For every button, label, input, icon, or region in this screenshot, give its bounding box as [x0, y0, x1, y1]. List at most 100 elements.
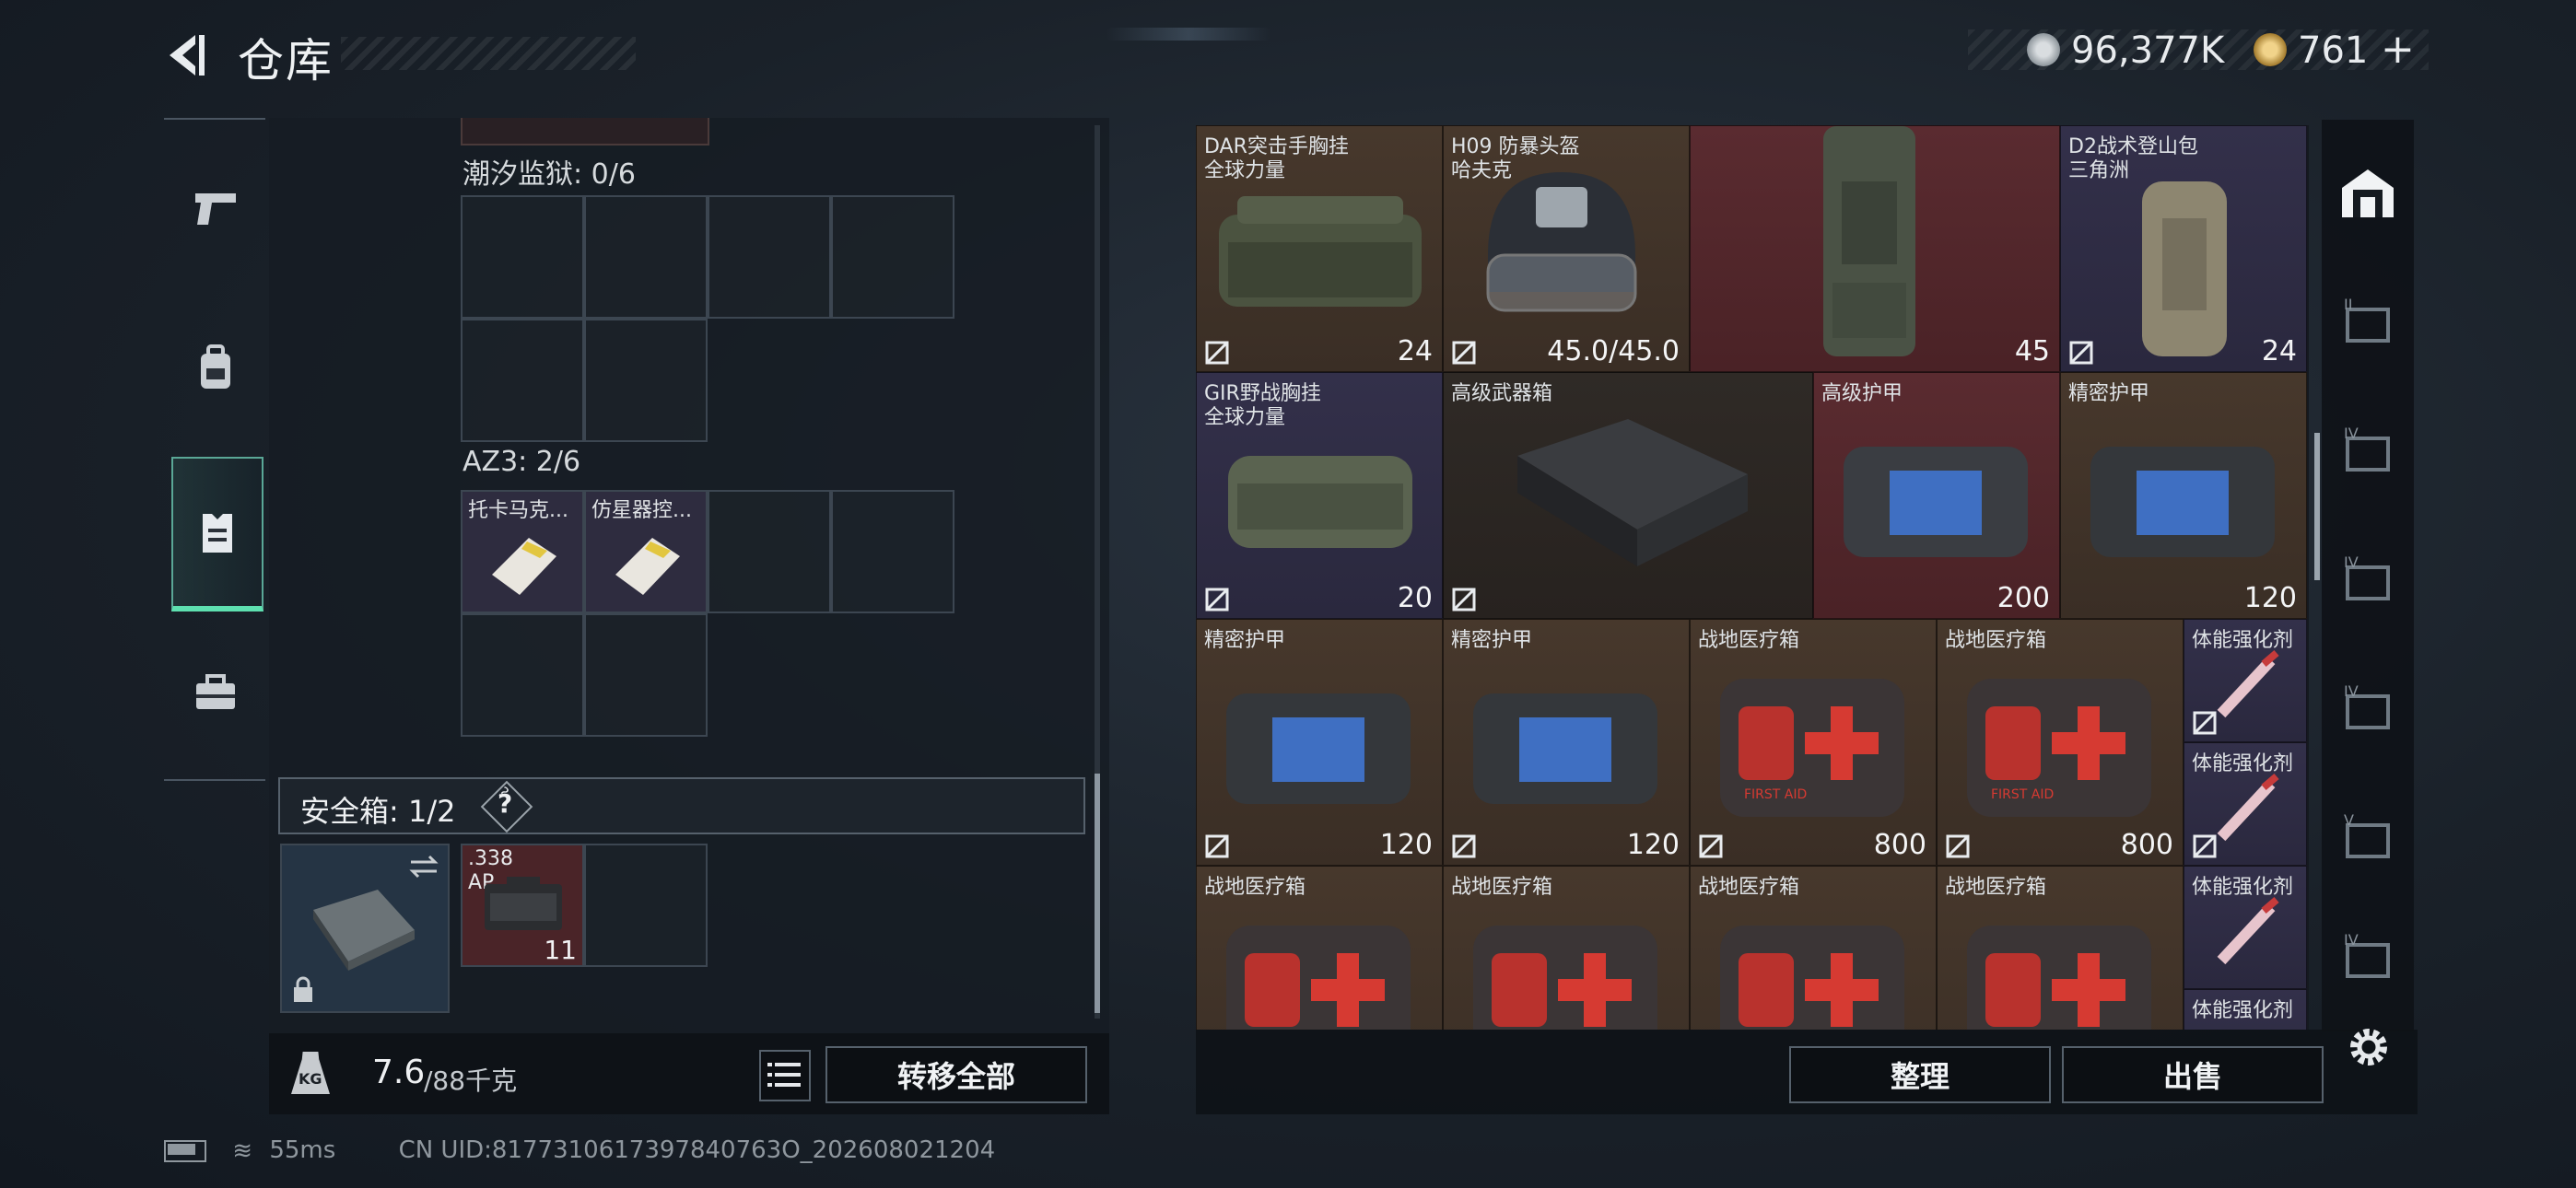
left-scrollbar-thumb[interactable]: [1095, 774, 1100, 1013]
safe-box-icon-slot[interactable]: [280, 844, 450, 1013]
stash-item[interactable]: GIR野战胸挂 全球力量 20: [1196, 372, 1443, 619]
stash-item[interactable]: H09 防暴头盔 哈夫克 45.0/45.0: [1443, 125, 1690, 372]
stash-page-2[interactable]: II: [2331, 285, 2405, 359]
stash-item[interactable]: 精密护甲 120: [1443, 619, 1690, 866]
weight-max: /88千克: [424, 1066, 518, 1096]
stash-page-nav: II IV IV IV V IV: [2322, 120, 2414, 1031]
grid-slot[interactable]: [831, 490, 954, 613]
grid-slot[interactable]: [584, 319, 708, 442]
stash-action-bar: 整理 出售: [1196, 1029, 2418, 1114]
unbound-icon: [1205, 834, 1229, 858]
grid-slot[interactable]: [461, 613, 584, 737]
grid-item[interactable]: 托卡马克...: [461, 490, 584, 613]
stash-item[interactable]: 战地医疗箱: [1196, 866, 1443, 1030]
armor-image: [1226, 693, 1411, 804]
grid-slot[interactable]: [831, 195, 954, 319]
stash-item[interactable]: D2战术登山包 三角洲 24: [2060, 125, 2307, 372]
item-name: 战地医疗箱: [1698, 876, 1800, 899]
list-view-button[interactable]: [759, 1050, 811, 1101]
stash-item[interactable]: 战地医疗箱: [1443, 866, 1690, 1030]
svg-text:FIRST AID: FIRST AID: [1744, 787, 1807, 802]
item-capacity: 45: [2014, 335, 2050, 367]
grid-slot[interactable]: [708, 195, 831, 319]
item-name: 战地医疗箱: [1451, 876, 1553, 899]
svg-text:IV: IV: [2344, 682, 2359, 700]
stash-item[interactable]: 精密护甲 120: [2060, 372, 2307, 619]
armor-image: [2090, 447, 2275, 557]
unbound-icon: [1452, 834, 1476, 858]
grid-slot[interactable]: [584, 195, 708, 319]
sell-button[interactable]: 出售: [2062, 1046, 2324, 1103]
stash-page-1[interactable]: [2331, 157, 2405, 230]
grid-slot[interactable]: [461, 319, 584, 442]
grid-slot[interactable]: [708, 490, 831, 613]
grid-item[interactable]: .338 AP 11: [461, 844, 584, 967]
first-aid-kit-image: [1720, 926, 1904, 1030]
item-name: 战地医疗箱: [1698, 629, 1800, 652]
grid-slot[interactable]: [461, 195, 584, 319]
stash-item[interactable]: 体能强化剂: [2184, 619, 2307, 742]
unbound-icon: [1205, 341, 1229, 365]
stash-item[interactable]: 体能强化剂: [2184, 742, 2307, 866]
stash-item[interactable]: 战地医疗箱 FIRST AID 800: [1937, 619, 2184, 866]
safe-box-icon: [313, 890, 415, 971]
item-name: 体能强化剂: [2192, 999, 2294, 1022]
backpack-image: [2142, 181, 2227, 356]
first-aid-kit-image: [1967, 926, 2151, 1030]
unbound-icon: [1205, 588, 1229, 611]
syringe-image: [2217, 896, 2279, 965]
transfer-all-button[interactable]: 转移全部: [825, 1046, 1087, 1103]
first-aid-kit-image: FIRST AID: [1967, 679, 2151, 817]
stash-item[interactable]: 45: [1690, 125, 2060, 372]
item-armor: 200: [1996, 582, 2050, 614]
chest-rig-icon: [203, 514, 232, 553]
category-backpacks[interactable]: [171, 322, 260, 414]
silver-currency-value: 96,377K: [2071, 29, 2225, 72]
stash-item[interactable]: 高级武器箱: [1443, 372, 1813, 619]
stash-item[interactable]: 精密护甲 120: [1196, 619, 1443, 866]
swap-icon[interactable]: [407, 853, 440, 880]
unbound-icon: [2193, 834, 2217, 858]
stash-page-6-icon: V: [2344, 811, 2390, 858]
stash-item[interactable]: 体能强化剂: [2184, 866, 2307, 989]
stash-page-7[interactable]: IV: [2331, 921, 2405, 995]
weight-bar: KG 7.6 /88千克 转移全部: [269, 1033, 1109, 1114]
stash-item[interactable]: 高级护甲 200: [1813, 372, 2060, 619]
stash-item[interactable]: 体能强化剂: [2184, 989, 2307, 1030]
category-weapons[interactable]: [171, 162, 260, 254]
stash-item[interactable]: 战地医疗箱 FIRST AID 800: [1690, 619, 1937, 866]
grid-item[interactable]: 仿星器控...: [584, 490, 708, 613]
stash-page-2-icon: II: [2344, 296, 2390, 343]
category-chest-rigs[interactable]: [171, 457, 263, 611]
stash-item[interactable]: DAR突击手胸挂 全球力量 24: [1196, 125, 1443, 372]
grid-slot[interactable]: [584, 844, 708, 967]
settings-gear-icon[interactable]: [2344, 1022, 2394, 1072]
title-decoration: [341, 37, 636, 70]
stash-scrollbar[interactable]: [2314, 433, 2320, 580]
stash-page-5[interactable]: IV: [2331, 672, 2405, 746]
status-bar: ≋ 55ms CN UID:8177310617397840763O_20260…: [164, 1136, 995, 1165]
list-icon: [767, 1063, 801, 1087]
ping-value: 55ms: [269, 1136, 336, 1164]
container-title: 潮汐监狱: 0/6: [463, 158, 636, 191]
header-decoration: [1106, 28, 1271, 41]
user-uid: CN UID:8177310617397840763O_202608021204: [398, 1136, 996, 1164]
stash-item[interactable]: 战地医疗箱: [1690, 866, 1937, 1030]
sort-button[interactable]: 整理: [1789, 1046, 2051, 1103]
lock-icon: [294, 976, 312, 1002]
safe-box-header: 安全箱: 1/2 ? ?: [278, 777, 1085, 834]
stash-page-6[interactable]: V: [2331, 801, 2405, 875]
syringe-image: [2217, 773, 2279, 842]
weapon-case-image: [1517, 419, 1748, 566]
item-armor: 120: [2243, 582, 2297, 614]
stash-page-3-icon: IV: [2344, 425, 2390, 472]
stash-page-4[interactable]: IV: [2331, 543, 2405, 617]
stash-icon: [2342, 169, 2394, 217]
stash-item[interactable]: 战地医疗箱: [1937, 866, 2184, 1030]
grid-slot[interactable]: [584, 613, 708, 737]
wifi-icon: ≋: [232, 1136, 253, 1165]
stash-page-3[interactable]: IV: [2331, 414, 2405, 488]
category-items[interactable]: [171, 646, 260, 739]
add-currency-button[interactable]: +: [2381, 26, 2415, 73]
back-button[interactable]: [158, 28, 214, 83]
